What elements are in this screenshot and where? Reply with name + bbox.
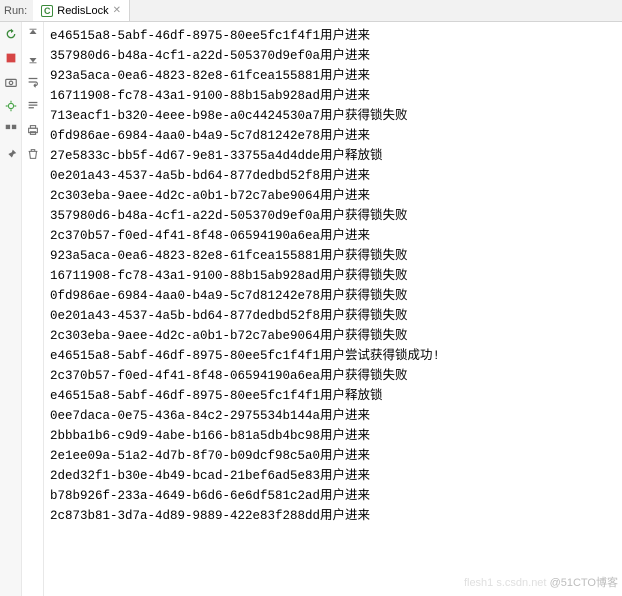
watermark: flesh1 s.csdn.net @51CTO博客 <box>460 574 622 590</box>
console-line: 923a5aca-0ea6-4823-82e8-61fcea155881用户获得… <box>50 246 622 266</box>
scroll-up-icon[interactable] <box>25 26 41 42</box>
console-line: 0e201a43-4537-4a5b-bd64-877dedbd52f8用户获得… <box>50 306 622 326</box>
console-line: b78b926f-233a-4649-b6d6-6e6df581c2ad用户进来 <box>50 486 622 506</box>
config-icon: C <box>41 5 53 17</box>
left-gutter <box>0 22 22 596</box>
console-line: 357980d6-b48a-4cf1-a22d-505370d9ef0a用户进来 <box>50 46 622 66</box>
console-output[interactable]: e46515a8-5abf-46df-8975-80ee5fc1f4f1用户进来… <box>44 22 622 596</box>
console-line: 2c303eba-9aee-4d2c-a0b1-b72c7abe9064用户进来 <box>50 186 622 206</box>
console-line: 0ee7daca-0e75-436a-84c2-2975534b144a用户进来 <box>50 406 622 426</box>
scroll-down-icon[interactable] <box>25 50 41 66</box>
console-line: e46515a8-5abf-46df-8975-80ee5fc1f4f1用户释放… <box>50 386 622 406</box>
console-line: 713eacf1-b320-4eee-b98e-a0c4424530a7用户获得… <box>50 106 622 126</box>
console-line: 2c303eba-9aee-4d2c-a0b1-b72c7abe9064用户获得… <box>50 326 622 346</box>
soft-wrap-icon[interactable] <box>25 74 41 90</box>
console-line: 923a5aca-0ea6-4823-82e8-61fcea155881用户进来 <box>50 66 622 86</box>
tab-label: RedisLock <box>57 5 108 17</box>
console-line: e46515a8-5abf-46df-8975-80ee5fc1f4f1用户进来 <box>50 26 622 46</box>
watermark-faint: flesh1 s.csdn.net <box>464 577 547 589</box>
trash-icon[interactable] <box>25 146 41 162</box>
rerun-button[interactable] <box>3 26 19 42</box>
watermark-main: @51CTO博客 <box>550 577 618 589</box>
console-line: 2ded32f1-b30e-4b49-bcad-21bef6ad5e83用户进来 <box>50 466 622 486</box>
run-config-tab[interactable]: C RedisLock ✕ <box>33 0 130 21</box>
console-line: 2c370b57-f0ed-4f41-8f48-06594190a6ea用户获得… <box>50 366 622 386</box>
run-tool-main: e46515a8-5abf-46df-8975-80ee5fc1f4f1用户进来… <box>0 22 622 596</box>
stop-button[interactable] <box>3 50 19 66</box>
bug-settings-icon[interactable] <box>3 98 19 114</box>
console-line: 16711908-fc78-43a1-9100-88b15ab928ad用户获得… <box>50 266 622 286</box>
console-line: 0e201a43-4537-4a5b-bd64-877dedbd52f8用户进来 <box>50 166 622 186</box>
console-line: 0fd986ae-6984-4aa0-b4a9-5c7d81242e78用户进来 <box>50 126 622 146</box>
console-line: 2c370b57-f0ed-4f41-8f48-06594190a6ea用户进来 <box>50 226 622 246</box>
console-line: e46515a8-5abf-46df-8975-80ee5fc1f4f1用户尝试… <box>50 346 622 366</box>
pin-icon[interactable] <box>3 146 19 162</box>
print-icon[interactable] <box>25 122 41 138</box>
console-line: 357980d6-b48a-4cf1-a22d-505370d9ef0a用户获得… <box>50 206 622 226</box>
run-tool-header: Run: C RedisLock ✕ <box>0 0 622 22</box>
run-label: Run: <box>0 5 33 17</box>
console-line: 2e1ee09a-51a2-4d7b-8f70-b09dcf98c5a0用户进来 <box>50 446 622 466</box>
console-line: 2c873b81-3d7a-4d89-9889-422e83f288dd用户进来 <box>50 506 622 526</box>
camera-icon[interactable] <box>3 74 19 90</box>
middle-gutter <box>22 22 44 596</box>
console-line: 0fd986ae-6984-4aa0-b4a9-5c7d81242e78用户获得… <box>50 286 622 306</box>
console-line: 16711908-fc78-43a1-9100-88b15ab928ad用户进来 <box>50 86 622 106</box>
scroll-to-end-icon[interactable] <box>25 98 41 114</box>
console-line: 27e5833c-bb5f-4d67-9e81-33755a4d4dde用户释放… <box>50 146 622 166</box>
close-icon[interactable]: ✕ <box>113 5 121 16</box>
console-line: 2bbba1b6-c9d9-4abe-b166-b81a5db4bc98用户进来 <box>50 426 622 446</box>
layout-icon[interactable] <box>3 122 19 138</box>
